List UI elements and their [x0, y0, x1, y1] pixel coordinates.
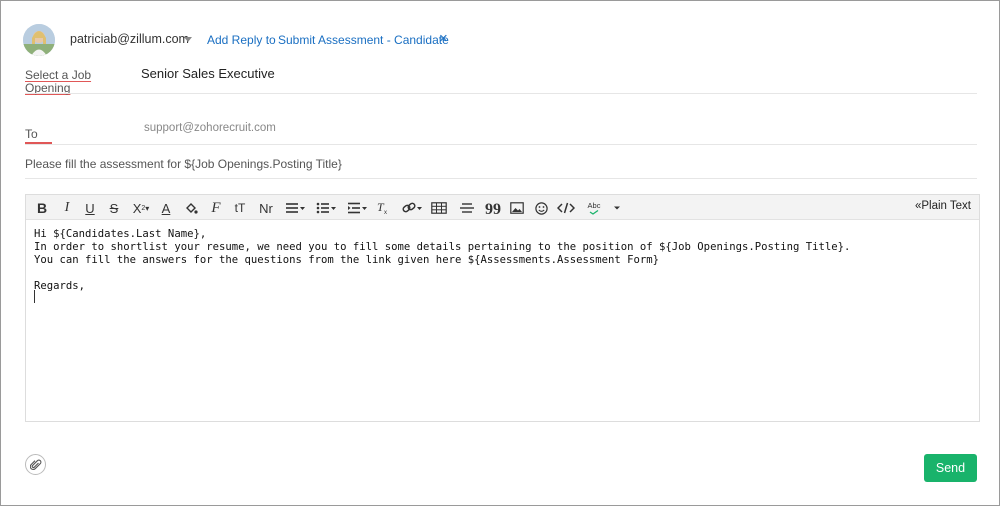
text-cursor: [34, 290, 35, 303]
fill-color-icon[interactable]: [183, 199, 199, 217]
paperclip-icon[interactable]: [25, 454, 46, 475]
add-reply-to-link[interactable]: Add Reply to: [207, 33, 276, 47]
horizontal-rule-icon[interactable]: [459, 199, 475, 217]
text-format-icon[interactable]: Nr: [256, 199, 276, 217]
table-icon[interactable]: [431, 199, 447, 217]
divider: [25, 178, 977, 179]
font-size-icon[interactable]: tT: [231, 199, 249, 217]
italic-icon[interactable]: I: [60, 199, 74, 217]
subject-field[interactable]: Please fill the assessment for ${Job Ope…: [25, 157, 342, 171]
code-icon[interactable]: [557, 199, 575, 217]
underline-icon[interactable]: U: [83, 199, 97, 217]
link-icon[interactable]: [401, 199, 423, 217]
avatar[interactable]: [23, 24, 55, 56]
more-icon[interactable]: [612, 199, 622, 217]
emoji-icon[interactable]: [534, 199, 548, 217]
quote-icon[interactable]: 99: [485, 201, 501, 219]
svg-text:x: x: [384, 210, 387, 215]
plain-text-toggle[interactable]: «Plain Text: [915, 200, 971, 212]
email-compose-window: patriciab@zillum.com Add Reply to Submit…: [0, 0, 1000, 506]
bold-icon[interactable]: B: [35, 199, 49, 217]
from-email[interactable]: patriciab@zillum.com: [70, 32, 189, 46]
job-opening-label: Select a Job Opening: [25, 68, 92, 95]
rich-text-editor[interactable]: B I U S X 2 ▾ A F tT Nr Tx 99 Abc «Plain…: [25, 194, 980, 422]
template-name-link[interactable]: Submit Assessment - Candidate: [278, 33, 449, 47]
job-opening-select[interactable]: Senior Sales Executive: [141, 66, 275, 81]
subscript-icon[interactable]: X 2 ▾: [131, 199, 151, 217]
font-family-icon[interactable]: F: [209, 199, 223, 217]
to-label: To: [25, 127, 38, 141]
strikethrough-icon[interactable]: S: [107, 199, 121, 217]
to-field[interactable]: support@zohorecruit.com: [144, 122, 276, 134]
close-icon[interactable]: ×: [439, 31, 448, 46]
send-button[interactable]: Send: [924, 454, 977, 482]
spellcheck-icon[interactable]: Abc: [586, 199, 602, 217]
chevron-down-icon[interactable]: [184, 37, 192, 42]
image-icon[interactable]: [510, 199, 524, 217]
editor-toolbar: B I U S X 2 ▾ A F tT Nr Tx 99 Abc «Plain…: [26, 195, 979, 220]
font-color-icon[interactable]: A: [159, 199, 173, 217]
indent-icon[interactable]: [346, 199, 368, 217]
email-body[interactable]: Hi ${Candidates.Last Name}, In order to …: [34, 228, 850, 293]
clear-format-icon[interactable]: Tx: [376, 199, 390, 217]
list-icon[interactable]: [315, 199, 337, 217]
divider: [25, 93, 977, 94]
align-icon[interactable]: [284, 199, 306, 217]
divider: [25, 144, 977, 145]
